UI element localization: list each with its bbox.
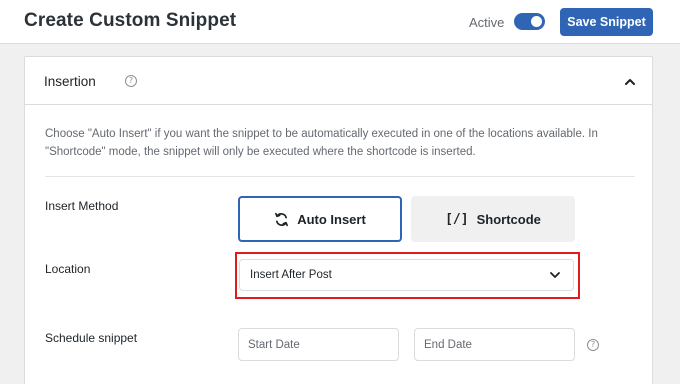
active-label: Active	[469, 15, 505, 30]
shortcode-label: Shortcode	[476, 211, 541, 227]
insertion-panel-title: Insertion	[44, 74, 96, 89]
active-toggle[interactable]	[514, 13, 545, 30]
shortcode-icon: [/]	[445, 211, 469, 227]
insertion-panel: Insertion ? Choose "Auto Insert" if you …	[24, 56, 653, 384]
location-label: Location	[45, 262, 91, 276]
help-icon[interactable]: ?	[125, 75, 137, 87]
divider	[45, 176, 635, 177]
location-select[interactable]: Insert After Post	[239, 259, 574, 291]
chevron-down-icon	[550, 272, 560, 278]
auto-insert-button[interactable]: Auto Insert	[238, 196, 402, 242]
insert-method-label: Insert Method	[45, 199, 119, 213]
insertion-panel-header[interactable]: Insertion ?	[25, 57, 652, 105]
schedule-label: Schedule snippet	[45, 331, 138, 345]
end-date-field[interactable]	[414, 328, 575, 361]
save-snippet-button[interactable]: Save Snippet	[560, 8, 653, 36]
auto-insert-label: Auto Insert	[297, 211, 366, 227]
location-selected-value: Insert After Post	[250, 269, 332, 281]
chevron-up-icon[interactable]	[623, 75, 637, 89]
help-icon[interactable]: ?	[587, 339, 599, 351]
start-date-field[interactable]	[238, 328, 399, 361]
toggle-knob	[531, 16, 542, 27]
page-title: Create Custom Snippet	[24, 10, 237, 31]
top-header-bar: Create Custom Snippet Active Save Snippe…	[0, 0, 680, 44]
insertion-description: Choose "Auto Insert" if you want the sni…	[45, 128, 598, 158]
refresh-icon	[275, 212, 289, 226]
shortcode-button[interactable]: [/] Shortcode	[411, 196, 575, 242]
